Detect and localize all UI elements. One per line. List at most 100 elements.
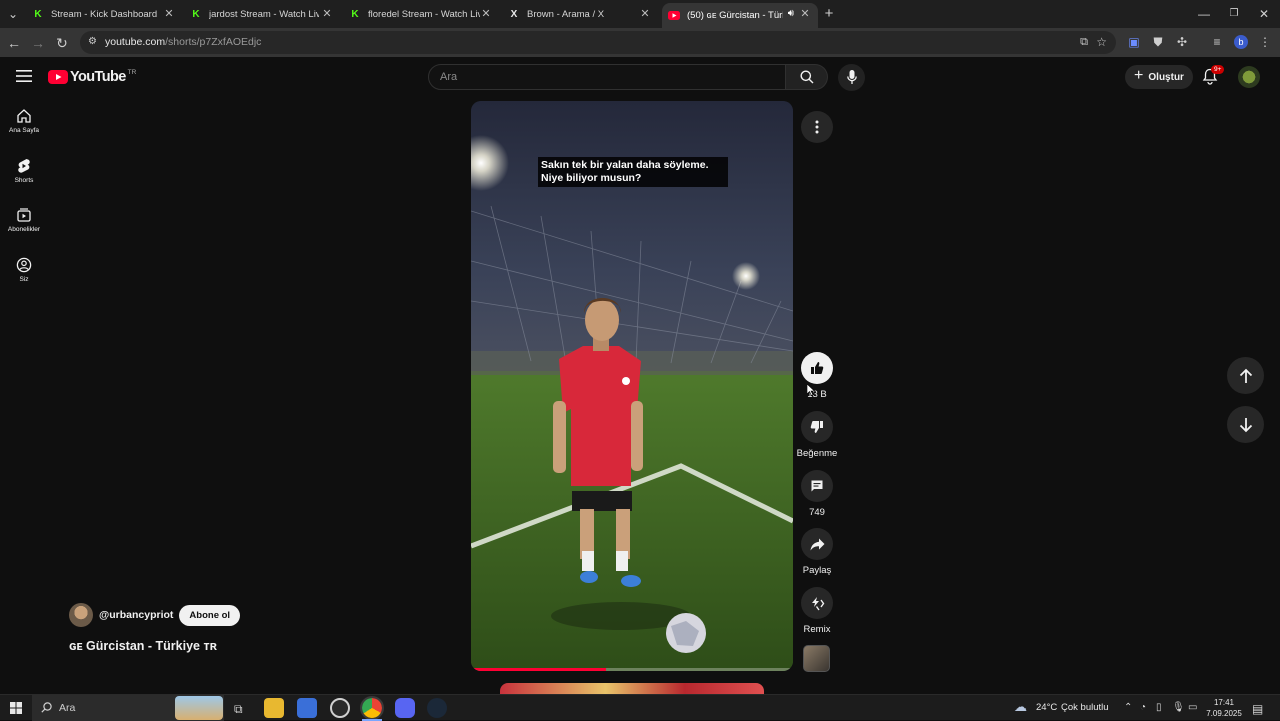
sidebar-item-subscriptions[interactable]: Abonelikler xyxy=(0,207,48,233)
browser-tab-2[interactable]: K jardost Stream - Watch Live on ✕ xyxy=(190,3,340,25)
clock[interactable]: 17:41 7.09.2025 xyxy=(1206,697,1242,719)
remix-icon xyxy=(801,587,833,619)
youtube-logo[interactable]: YouTube TR xyxy=(48,69,136,85)
media-queue-icon[interactable]: ≡ xyxy=(1209,34,1225,50)
restore-icon[interactable]: ❐ xyxy=(1226,6,1242,22)
thumbs-up-icon xyxy=(801,352,833,384)
steelseries-app-icon[interactable] xyxy=(330,698,350,718)
taskbar-search-input[interactable]: Ara xyxy=(32,695,224,721)
browser-tab-5-active[interactable]: (50) ɢᴇ Gürcistan - Türkiye ᴛ 🔊︎ ✕ xyxy=(662,3,818,28)
browser-tab-1[interactable]: K Stream - Kick Dashboard ✕ xyxy=(32,3,182,25)
like-button[interactable]: 13 B xyxy=(796,352,838,400)
x-icon: X xyxy=(510,8,518,20)
extensions-puzzle-icon[interactable]: ✣ xyxy=(1174,34,1190,50)
search-icon xyxy=(41,702,52,713)
reload-icon[interactable]: ↻ xyxy=(54,35,70,51)
cloudy-weather-icon[interactable]: ☁ xyxy=(1014,699,1027,715)
sidebar-item-shorts[interactable]: Shorts xyxy=(0,158,48,184)
browser-tab-3[interactable]: K floredel Stream - Watch Live on ✕ xyxy=(349,3,499,25)
profile-avatar[interactable]: b xyxy=(1233,34,1249,50)
microphone-icon[interactable]: 🎙︎ xyxy=(1172,702,1185,713)
sidebar-item-you[interactable]: Siz xyxy=(0,257,48,283)
channel-handle[interactable]: @urbancypriot xyxy=(99,609,173,621)
translate-extension-icon[interactable]: ▣ xyxy=(1126,34,1142,50)
tab-search-chevron-icon[interactable]: ⌄ xyxy=(5,6,21,22)
create-button[interactable]: + Oluştur xyxy=(1125,65,1193,89)
back-icon[interactable]: ← xyxy=(6,35,22,51)
windows-taskbar: Ara ⧉ ☁ 24°C Çok bulutlu ⌃ ◔ ▯ 🎙︎ ▭ 17:4… xyxy=(0,694,1280,721)
notification-center-icon[interactable]: ▤ xyxy=(1252,702,1263,716)
previous-short-button[interactable] xyxy=(1227,357,1264,394)
new-tab-button[interactable]: + xyxy=(821,6,837,22)
search-button[interactable] xyxy=(786,64,828,90)
close-icon[interactable]: ✕ xyxy=(162,7,176,21)
youtube-play-icon xyxy=(48,70,68,84)
shield-extension-icon[interactable]: ⛊ xyxy=(1150,34,1166,50)
address-bar[interactable]: ⚙ youtube.com/shorts/p7ZxfAOEdjc ⧉ ☆ xyxy=(80,31,1116,54)
user-circle-icon xyxy=(16,257,32,273)
headset-icon[interactable]: ◔ xyxy=(1140,702,1146,713)
search-icon xyxy=(800,70,813,84)
browser-toolbar: ← → ↻ ⚙ youtube.com/shorts/p7ZxfAOEdjc ⧉… xyxy=(0,28,1280,57)
search-input[interactable]: Ara xyxy=(428,64,786,90)
like-count: 13 B xyxy=(807,389,827,400)
dislike-button[interactable]: Beğenme xyxy=(796,411,838,459)
microphone-icon xyxy=(846,70,857,84)
close-icon[interactable]: ✕ xyxy=(479,7,493,21)
comments-button[interactable]: 749 xyxy=(796,470,838,518)
arrow-up-icon xyxy=(1239,368,1252,383)
close-icon[interactable]: ✕ xyxy=(320,7,334,21)
steam-icon[interactable] xyxy=(427,698,447,718)
windows-start-icon[interactable] xyxy=(10,702,22,714)
comment-icon xyxy=(801,470,833,502)
video-title[interactable]: ɢᴇ Gürcistan - Türkiye ᴛʀ xyxy=(69,639,217,653)
file-explorer-icon[interactable] xyxy=(264,698,284,718)
plus-icon: + xyxy=(1134,67,1144,84)
account-avatar[interactable] xyxy=(1238,66,1260,88)
sound-thumbnail[interactable] xyxy=(803,645,830,672)
close-icon[interactable]: ✕ xyxy=(638,7,652,21)
arrow-down-icon xyxy=(1239,417,1252,432)
home-icon xyxy=(17,109,31,123)
more-options-button[interactable] xyxy=(796,111,838,143)
phone-link-icon[interactable]: ▯ xyxy=(1156,702,1162,713)
chevron-up-icon[interactable]: ⌃ xyxy=(1124,702,1132,713)
remix-button[interactable]: Remix xyxy=(796,587,838,635)
kick-icon: K xyxy=(192,8,200,20)
site-info-icon[interactable]: ⚙ xyxy=(88,36,97,47)
shorts-video-player[interactable]: Sakın tek bir yalan daha söyleme. Niye b… xyxy=(471,101,793,671)
discord-icon[interactable] xyxy=(395,698,415,718)
youtube-icon xyxy=(668,10,680,22)
next-short-button[interactable] xyxy=(1227,406,1264,443)
hamburger-menu-icon[interactable] xyxy=(16,70,32,82)
shorts-icon xyxy=(18,159,30,173)
comment-count: 749 xyxy=(809,507,825,518)
notification-badge: 9+ xyxy=(1211,65,1225,74)
subscribe-button[interactable]: Abone ol xyxy=(179,604,241,626)
browser-tab-4[interactable]: X Brown - Arama / X ✕ xyxy=(508,3,658,25)
minimize-icon[interactable]: — xyxy=(1196,6,1212,22)
channel-avatar[interactable] xyxy=(69,603,93,627)
more-vertical-icon xyxy=(801,111,833,143)
channel-info: @urbancypriot Abone ol xyxy=(69,603,241,627)
chrome-icon[interactable] xyxy=(360,696,384,720)
task-view-icon[interactable]: ⧉ xyxy=(234,702,243,717)
share-button[interactable]: Paylaş xyxy=(796,528,838,576)
bookmark-star-icon[interactable]: ☆ xyxy=(1096,35,1107,49)
microsoft-store-icon[interactable] xyxy=(297,698,317,718)
install-app-icon[interactable]: ⧉ xyxy=(1080,36,1088,49)
youtube-header: YouTube TR Ara + Oluştur 9+ xyxy=(0,57,1280,97)
video-progress-fill xyxy=(471,668,607,671)
sidebar-item-home[interactable]: Ana Sayfa xyxy=(0,108,48,134)
kick-icon: K xyxy=(351,8,359,20)
browser-menu-icon[interactable]: ⋮ xyxy=(1257,34,1273,50)
network-icon[interactable]: ▭ xyxy=(1188,702,1197,713)
close-icon[interactable]: ✕ xyxy=(798,7,812,21)
speaker-icon[interactable]: 🔊︎ xyxy=(788,8,794,19)
next-short-preview[interactable] xyxy=(500,683,764,694)
url-text[interactable]: youtube.com/shorts/p7ZxfAOEdjc xyxy=(105,36,261,48)
voice-search-button[interactable] xyxy=(838,64,865,91)
forward-icon[interactable]: → xyxy=(30,35,46,51)
window-close-icon[interactable]: ✕ xyxy=(1256,6,1272,22)
notifications-button[interactable]: 9+ xyxy=(1202,65,1225,85)
